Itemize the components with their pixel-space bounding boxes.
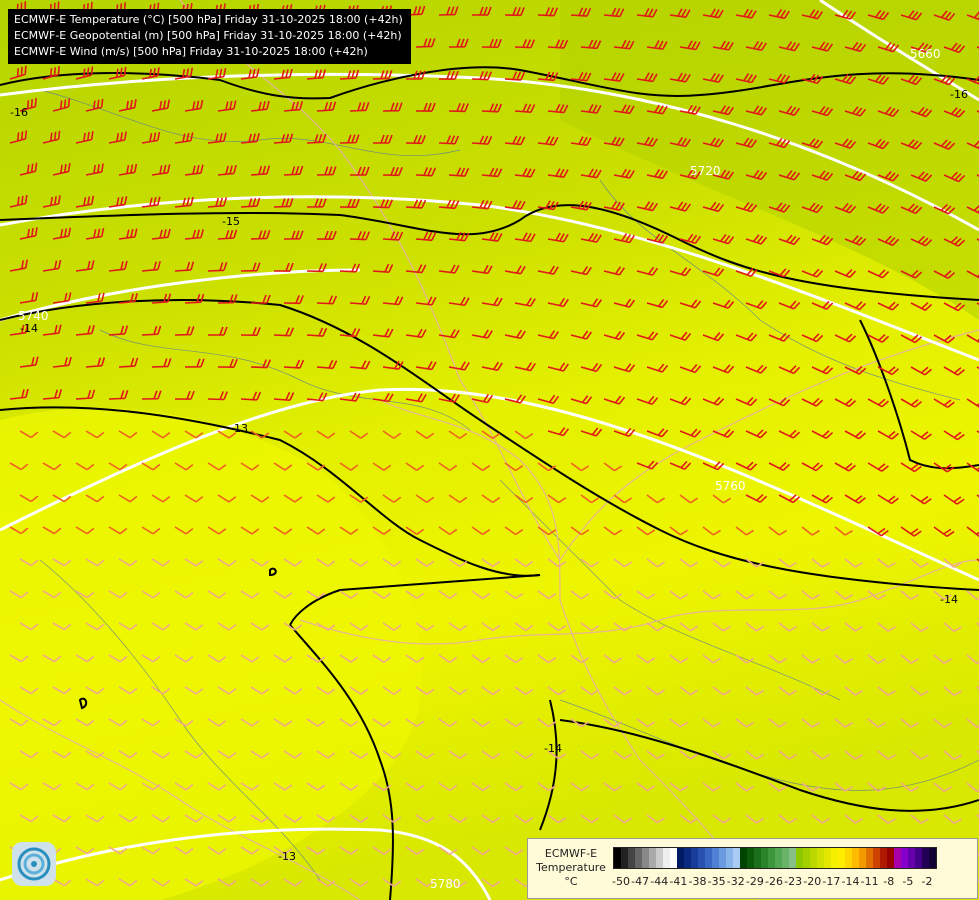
temperature-label: -16 — [950, 88, 968, 101]
legend-swatch — [621, 848, 628, 868]
legend-swatch — [915, 848, 922, 868]
temperature-label: -14 — [544, 742, 562, 755]
legend-swatch — [677, 848, 684, 868]
legend-swatch — [796, 848, 803, 868]
legend-tick: -47 — [631, 875, 650, 888]
legend-swatch — [859, 848, 866, 868]
legend-tick: -2 — [921, 875, 933, 888]
legend-swatch — [803, 848, 810, 868]
legend-tick: -29 — [745, 875, 764, 888]
legend-swatch — [684, 848, 691, 868]
legend-swatch — [726, 848, 733, 868]
legend-swatch — [831, 848, 838, 868]
geopotential-label: 5760 — [715, 479, 746, 493]
temperature-label: -13 — [230, 422, 248, 435]
legend-swatch — [789, 848, 796, 868]
temperature-label: -16 — [10, 106, 28, 119]
legend-swatch — [733, 848, 740, 868]
legend-swatch — [614, 848, 621, 868]
legend-swatch — [628, 848, 635, 868]
legend-swatch — [712, 848, 719, 868]
legend-swatch — [775, 848, 782, 868]
legend-line: ECMWF-E — [544, 847, 598, 860]
legend-tick: -26 — [765, 875, 783, 888]
legend-tick: -11 — [860, 875, 879, 888]
legend-swatch — [649, 848, 656, 868]
legend-swatch — [782, 848, 789, 868]
legend-ticks: -50 -47 -44 -41 -38 -35 -32 -29 -26 -23 -20 -17 -14-… — [612, 875, 973, 889]
weather-map: 5660 5720 5740 5760 5780 -16 -15 -14 -13… — [0, 0, 979, 900]
legend-label: ECMWF-E Temperature °C — [532, 847, 610, 889]
legend-tick: -32 — [726, 875, 745, 888]
legend-tick: -14 — [841, 875, 860, 888]
geopotential-title: ECMWF-E Geopotential (m) [500 hPa] Frida… — [14, 29, 402, 42]
legend-swatch — [852, 848, 859, 868]
legend-swatch — [768, 848, 775, 868]
legend-swatch — [747, 848, 754, 868]
legend-swatch — [908, 848, 915, 868]
legend-swatch — [740, 848, 747, 868]
legend-tick: -8 — [883, 875, 895, 888]
legend-color-bar — [613, 847, 937, 869]
wind-title: ECMWF-E Wind (m/s) [500 hPa] Friday 31-1… — [14, 45, 368, 58]
legend-swatch — [901, 848, 908, 868]
legend-tick: -44 — [650, 875, 669, 888]
legend-tick: -5 — [902, 875, 914, 888]
legend-tick: -20 — [803, 875, 822, 888]
temperature-label: -15 — [222, 215, 240, 228]
geopotential-label: 5780 — [430, 877, 461, 891]
legend-tick: -38 — [688, 875, 707, 888]
legend-swatch — [810, 848, 817, 868]
legend-swatch — [845, 848, 852, 868]
temperature-title: ECMWF-E Temperature (°C) [500 hPa] Frida… — [14, 13, 403, 26]
legend-swatch — [922, 848, 929, 868]
legend-swatch — [894, 848, 901, 868]
legend-swatch — [873, 848, 880, 868]
legend-swatch — [635, 848, 642, 868]
legend-swatch — [761, 848, 768, 868]
legend-swatch — [887, 848, 894, 868]
legend-swatch — [880, 848, 887, 868]
legend-line: °C — [564, 875, 578, 888]
temperature-legend: ECMWF-E Temperature °C -50 -47 -44 -41 -38 -3… — [527, 838, 978, 899]
legend-swatch — [754, 848, 761, 868]
ecmwf-logo-icon — [12, 842, 56, 886]
temperature-label: -14 — [20, 322, 38, 335]
geopotential-label: 5720 — [690, 164, 721, 178]
legend-swatch — [824, 848, 831, 868]
temperature-label: -14 — [940, 593, 958, 606]
legend-swatch — [838, 848, 845, 868]
legend-tick: -50 — [612, 875, 630, 888]
legend-swatch — [663, 848, 670, 868]
legend-line: Temperature — [536, 861, 606, 874]
legend-swatch — [929, 848, 936, 868]
legend-swatch — [705, 848, 712, 868]
legend-swatch — [670, 848, 677, 868]
legend-tick: -35 — [707, 875, 726, 888]
legend-swatch — [642, 848, 649, 868]
legend-swatch — [698, 848, 705, 868]
map-title-box: ECMWF-E Temperature (°C) [500 hPa] Frida… — [8, 9, 411, 64]
legend-swatch — [719, 848, 726, 868]
temperature-label: -13 — [278, 850, 296, 863]
legend-swatch — [691, 848, 698, 868]
geopotential-label: 5660 — [910, 47, 941, 61]
legend-swatch — [866, 848, 873, 868]
geopotential-label: 5740 — [18, 309, 49, 323]
legend-tick: -41 — [669, 875, 688, 888]
legend-swatch — [817, 848, 824, 868]
legend-tick: -17 — [822, 875, 841, 888]
legend-tick: -23 — [784, 875, 803, 888]
legend-swatch — [656, 848, 663, 868]
